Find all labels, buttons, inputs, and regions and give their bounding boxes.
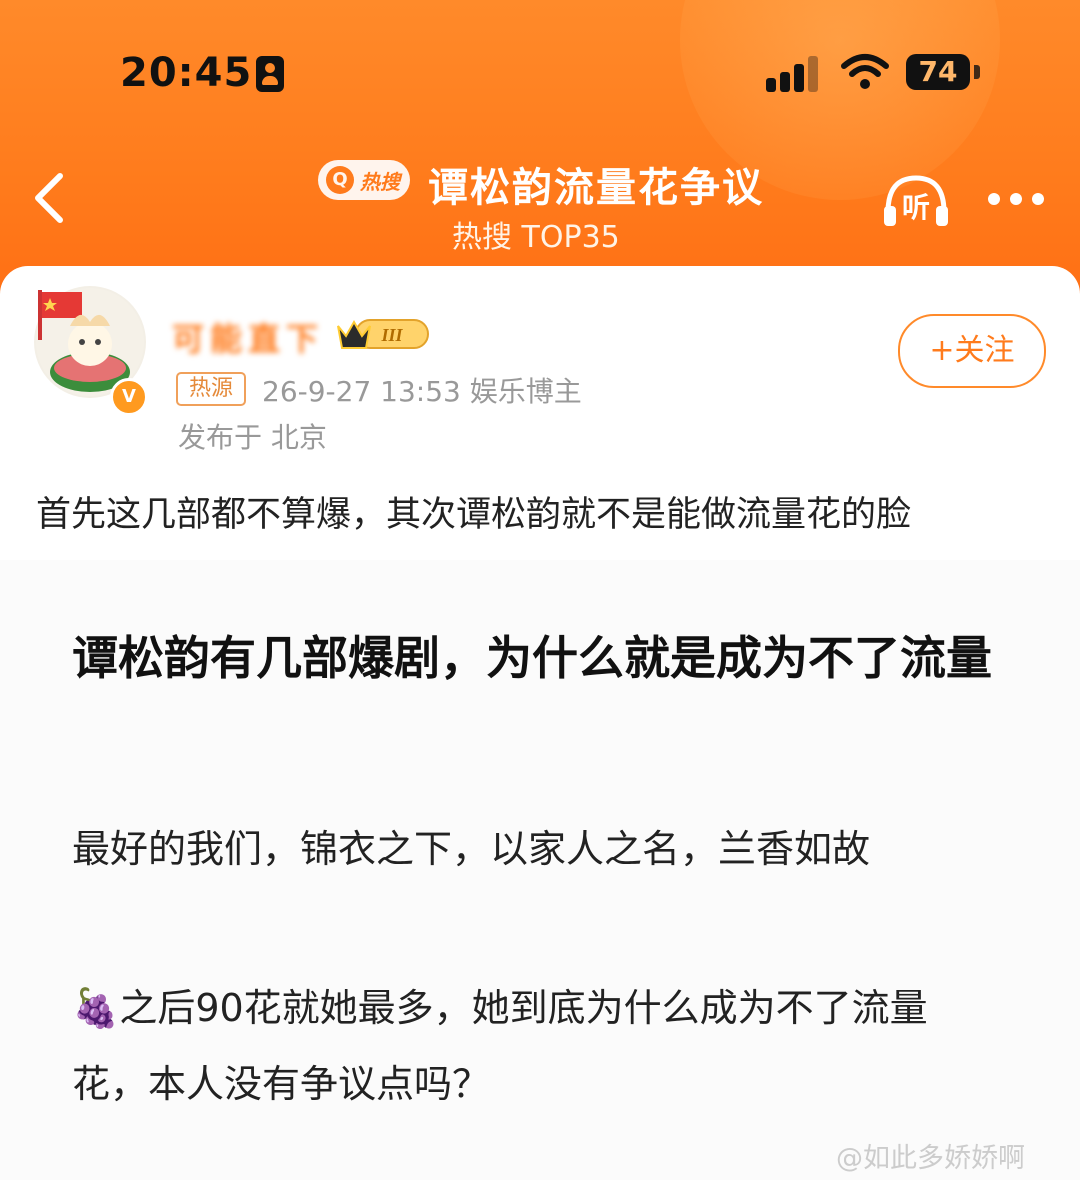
topic-rank: 热搜 TOP35 [452, 220, 620, 255]
member-level-badge: III [337, 319, 429, 349]
post-location: 发布于 北京 [178, 421, 327, 454]
follow-button[interactable]: +关注 [898, 314, 1046, 388]
cellular-signal-icon [766, 52, 826, 92]
topic-title: 谭松韵流量花争议 [428, 165, 764, 211]
source-badge: 热源 [176, 372, 246, 406]
hot-search-badge-label: 热搜 [360, 170, 400, 194]
image-body-line: 最好的我们，锦衣之下，以家人之名，兰香如故 [72, 827, 871, 871]
wifi-icon [841, 54, 889, 89]
hot-search-badge: Q 热搜 [318, 160, 410, 200]
username[interactable]: 可能直下 [172, 314, 324, 360]
top-header: 20:45 74 Q 热搜 谭松韵流量花争议 热搜 TOP35 听 [0, 0, 1080, 300]
verified-badge-icon: V [110, 378, 148, 416]
listen-button[interactable]: 听 [880, 172, 952, 228]
post-meta: 26-9-27 13:53 娱乐博主 [262, 375, 582, 408]
image-title: 谭松韵有几部爆剧，为什么就是成为不了流量 [72, 631, 992, 685]
watermark: @如此多娇娇啊 [836, 1143, 1025, 1174]
contact-card-icon [256, 56, 284, 92]
battery-indicator: 74 [906, 54, 980, 90]
search-icon: Q [326, 166, 354, 194]
more-options-button[interactable] [988, 190, 1048, 210]
status-time: 20:45 [120, 50, 253, 96]
listen-label: 听 [902, 191, 931, 224]
member-level-text: III [380, 325, 403, 345]
post-text: 首先这几部都不算爆，其次谭松韵就不是能做流量花的脸 [36, 495, 912, 535]
back-button[interactable] [26, 168, 76, 228]
image-body-line: 🍇之后90花就她最多，她到底为什么成为不了流量花，本人没有争议点吗？ [72, 986, 928, 1106]
